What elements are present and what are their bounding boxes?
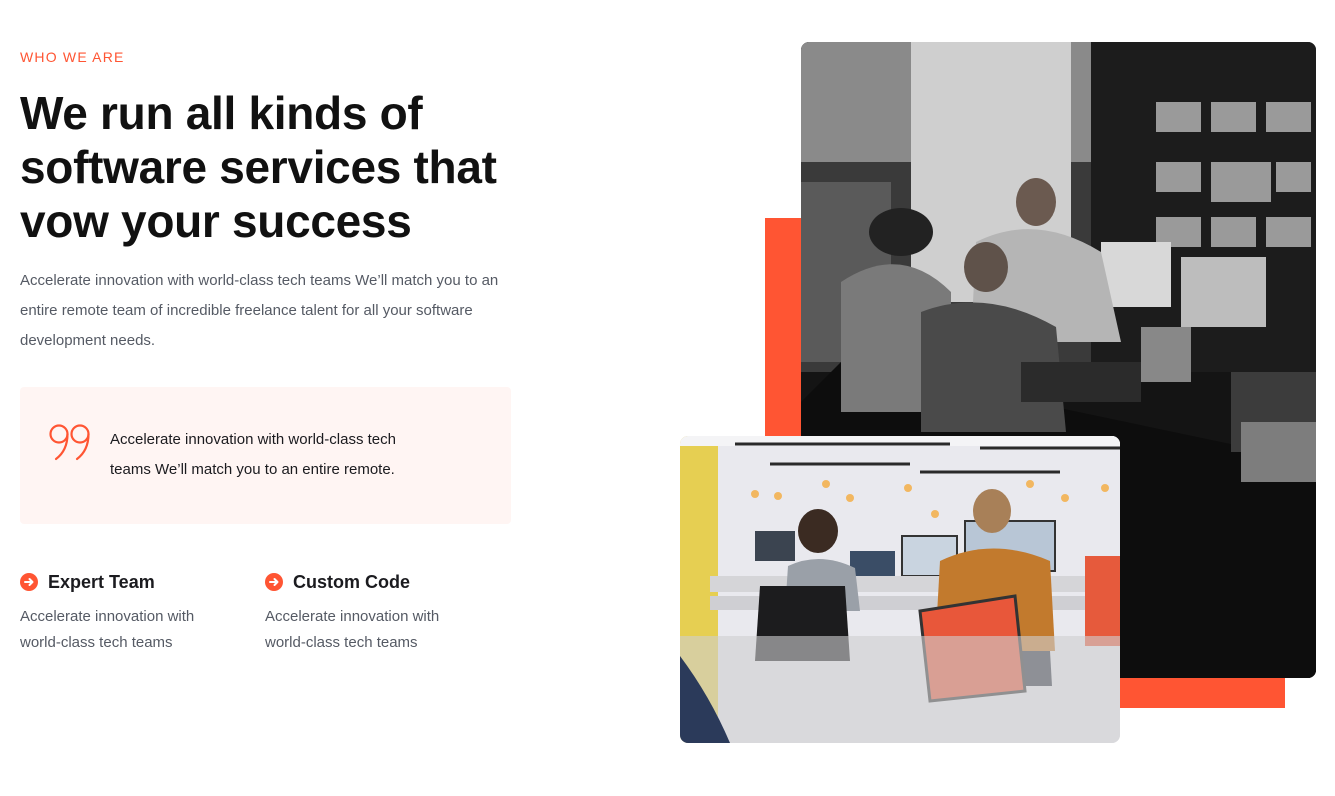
feature-expert-team: Expert Team Accelerate innovation with w…	[20, 570, 250, 656]
feature-title: Custom Code	[293, 571, 410, 592]
feature-description: Accelerate innovation with world-class t…	[20, 608, 195, 651]
quote-text: Accelerate innovation with world-class t…	[110, 431, 396, 478]
quote-box: Accelerate innovation with world-class t…	[20, 387, 511, 524]
feature-custom-code: Custom Code Accelerate innovation with w…	[265, 570, 495, 656]
arrow-right-circle-icon	[265, 573, 283, 591]
section-description: Accelerate innovation with world-class t…	[20, 272, 499, 349]
quote-icon	[48, 423, 92, 463]
accent-block-bottom	[1118, 676, 1285, 708]
feature-title: Expert Team	[48, 571, 155, 592]
accent-block-left	[765, 218, 805, 448]
arrow-right-circle-icon	[20, 573, 38, 591]
section-eyebrow: WHO WE ARE	[20, 49, 125, 65]
section-title: We run all kinds of software services th…	[20, 87, 497, 247]
office-team-photo	[680, 436, 1120, 743]
feature-description: Accelerate innovation with world-class t…	[265, 608, 440, 651]
